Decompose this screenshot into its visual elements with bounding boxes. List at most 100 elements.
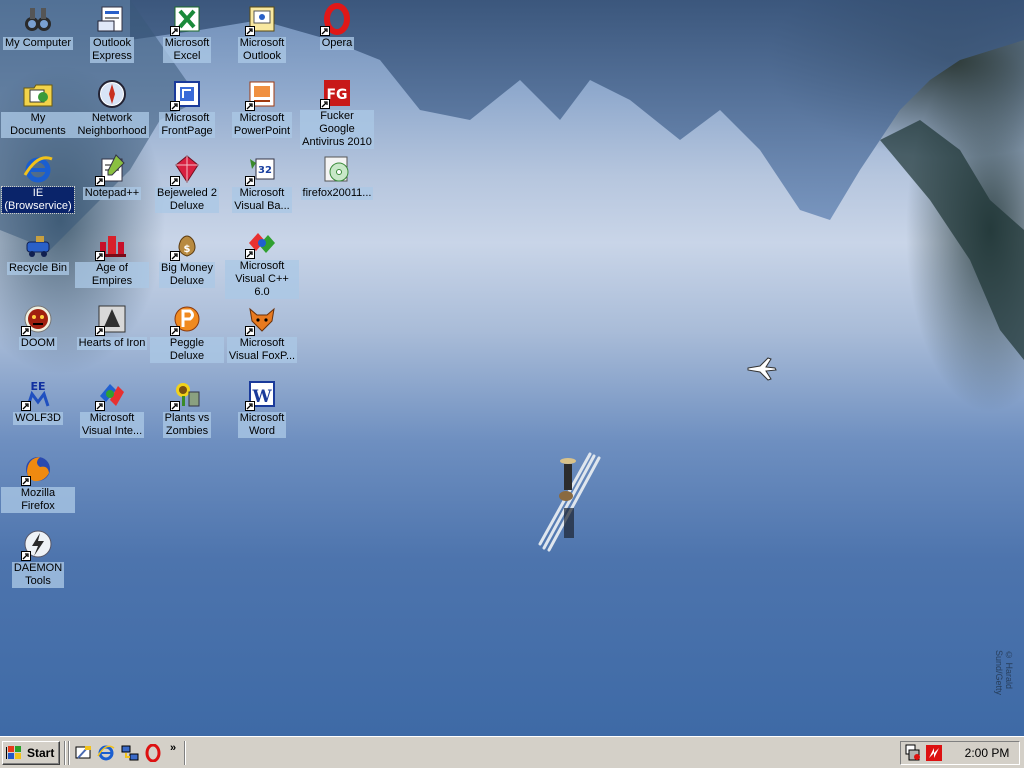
- desktop-icon-label: Opera: [319, 37, 355, 50]
- notepad-plus-plus-icon: [95, 152, 129, 186]
- desktop-icon-label: My Documents: [1, 112, 75, 138]
- binoculars-computer-icon: [21, 2, 55, 36]
- desktop-icon-firefox[interactable]: Mozilla Firefox: [1, 452, 75, 522]
- shortcut-arrow-icon: [245, 326, 255, 336]
- visual-basic-icon: 32: [245, 152, 279, 186]
- desktop-icon-big-money[interactable]: $ Big Money Deluxe: [150, 227, 224, 297]
- shortcut-arrow-icon: [245, 401, 255, 411]
- shortcut-arrow-icon: [320, 99, 330, 109]
- desktop-icon-cd-installer[interactable]: firefox20011...: [300, 152, 374, 222]
- internet-explorer-icon[interactable]: [96, 743, 116, 763]
- shortcut-arrow-icon: [170, 251, 180, 261]
- desktop-icon-bejeweled[interactable]: Bejeweled 2 Deluxe: [150, 152, 224, 222]
- desktop-icon-label: Hearts of Iron: [76, 337, 148, 350]
- cd-installer-icon: [320, 152, 354, 186]
- powerpoint-icon: [245, 77, 279, 111]
- desktop-icon-doom[interactable]: DOOM: [1, 302, 75, 372]
- desktop-icon-network-neighborhood[interactable]: Network Neighborhood: [75, 77, 149, 147]
- shortcut-arrow-icon: [170, 26, 180, 36]
- desktop-icon-label: Microsoft Visual Ba...: [232, 187, 292, 213]
- desktop-icon-visual-foxpro[interactable]: Microsoft Visual FoxP...: [225, 302, 299, 372]
- svg-text:32: 32: [258, 165, 272, 176]
- desktop-icon-word[interactable]: W Microsoft Word: [225, 377, 299, 447]
- desktop-icon-label: Microsoft Visual Inte...: [79, 412, 145, 438]
- recycle-bin-icon: [21, 227, 55, 261]
- shortcut-arrow-icon: [95, 326, 105, 336]
- desktop-icon-wolf3d[interactable]: EE WOLF3D: [1, 377, 75, 447]
- desktop-icon-label: Recycle Bin: [6, 262, 70, 275]
- desktop-icon-outlook[interactable]: Microsoft Outlook: [225, 2, 299, 72]
- visual-interdev-icon: [95, 377, 129, 411]
- desktop-icon-internet-explorer[interactable]: IE (Browservice): [1, 152, 75, 222]
- desktop-icon-notepad-plus-plus[interactable]: Notepad++: [75, 152, 149, 222]
- shortcut-arrow-icon: [170, 326, 180, 336]
- shortcut-arrow-icon: [170, 176, 180, 186]
- visual-cpp-icon: [245, 227, 279, 259]
- desktop-icon-label: Microsoft FrontPage: [159, 112, 215, 138]
- desktop-icon-visual-basic[interactable]: 32 Microsoft Visual Ba...: [225, 152, 299, 222]
- desktop-icon-peggle[interactable]: Peggle Deluxe: [150, 302, 224, 372]
- desktop-icon-recycle-bin[interactable]: Recycle Bin: [1, 227, 75, 297]
- desktop-icon-excel[interactable]: Microsoft Excel: [150, 2, 224, 72]
- desktop-icon-label: Microsoft Outlook: [237, 37, 287, 63]
- desktop-icon-label: firefox20011...: [300, 187, 374, 200]
- shortcut-arrow-icon: [95, 176, 105, 186]
- desktop-icon-opera[interactable]: Opera: [300, 2, 374, 72]
- desktop-icon-powerpoint[interactable]: Microsoft PowerPoint: [225, 77, 299, 147]
- bamboo-raft: [538, 452, 601, 552]
- desktop-icon-label: Peggle Deluxe: [150, 337, 224, 363]
- show-desktop-icon[interactable]: [74, 743, 94, 763]
- shortcut-arrow-icon: [245, 249, 255, 259]
- wolf3d-icon: EE: [21, 377, 55, 411]
- tray-connection-icon[interactable]: [905, 744, 923, 762]
- desktop-icon-visual-cpp[interactable]: Microsoft Visual C++ 6.0: [225, 227, 299, 299]
- desktop-icon-plants-vs-zombies[interactable]: Plants vs Zombies: [150, 377, 224, 447]
- quick-launch-more-button[interactable]: »: [170, 742, 176, 754]
- desktop-icon-visual-interdev[interactable]: Microsoft Visual Inte...: [75, 377, 149, 447]
- desktop-icon-label: Microsoft Visual C++ 6.0: [225, 260, 299, 299]
- wallpaper-credit: © Harald Sund/Getty: [994, 650, 1014, 696]
- desktop-icon-label: Fucker Google Antivirus 2010: [300, 110, 374, 149]
- peggle-icon: [170, 302, 204, 336]
- fg-antivirus-icon: FG: [320, 77, 354, 109]
- start-button[interactable]: Start: [2, 741, 60, 765]
- opera-icon[interactable]: [143, 743, 163, 763]
- start-label: Start: [27, 746, 55, 760]
- taskbar: Start » 2:00 PM: [0, 736, 1024, 768]
- desktop-icon-outlook-express[interactable]: Outlook Express: [75, 2, 149, 72]
- desktop-icon-label: Notepad++: [82, 187, 142, 200]
- desktop-icon-fg-antivirus[interactable]: FG Fucker Google Antivirus 2010: [300, 77, 374, 149]
- desktop-icon-frontpage[interactable]: Microsoft FrontPage: [150, 77, 224, 147]
- shortcut-arrow-icon: [320, 26, 330, 36]
- word-icon: W: [245, 377, 279, 411]
- visual-foxpro-icon: [245, 302, 279, 336]
- desktop-icon-hearts-of-iron[interactable]: Hearts of Iron: [75, 302, 149, 372]
- tray-antivirus-icon[interactable]: [925, 744, 943, 762]
- network-icon[interactable]: [120, 743, 140, 763]
- desktop-icon-label: IE (Browservice): [1, 186, 75, 214]
- desktop-icon-label: Microsoft Excel: [162, 37, 212, 63]
- outlook-express-icon: [95, 2, 129, 36]
- daemon-tools-icon: [21, 527, 55, 561]
- shortcut-arrow-icon: [245, 101, 255, 111]
- hearts-of-iron-icon: [95, 302, 129, 336]
- desktop-icon-age-of-empires[interactable]: Age of Empires: [75, 227, 149, 297]
- desktop[interactable]: © Harald Sund/Getty My Computer My Docume…: [0, 0, 1024, 736]
- airplane-cursor: [747, 357, 777, 381]
- firefox-icon: [21, 452, 55, 486]
- desktop-icon-label: Mozilla Firefox: [1, 487, 75, 513]
- shortcut-arrow-icon: [245, 26, 255, 36]
- taskbar-separator: [68, 741, 70, 765]
- internet-explorer-icon: [21, 152, 55, 186]
- desktop-icon-documents-folder[interactable]: My Documents: [1, 77, 75, 147]
- desktop-icon-daemon-tools[interactable]: DAEMON Tools: [1, 527, 75, 597]
- shortcut-arrow-icon: [21, 476, 31, 486]
- clock[interactable]: 2:00 PM: [957, 746, 1017, 760]
- documents-folder-icon: [21, 77, 55, 111]
- desktop-icon-label: Network Neighborhood: [75, 112, 149, 138]
- desktop-icon-label: Microsoft Visual FoxP...: [226, 337, 298, 363]
- desktop-icon-binoculars-computer[interactable]: My Computer: [1, 2, 75, 72]
- desktop-icon-label: Big Money Deluxe: [159, 262, 215, 288]
- big-money-icon: $: [170, 227, 204, 261]
- doom-icon: [21, 302, 55, 336]
